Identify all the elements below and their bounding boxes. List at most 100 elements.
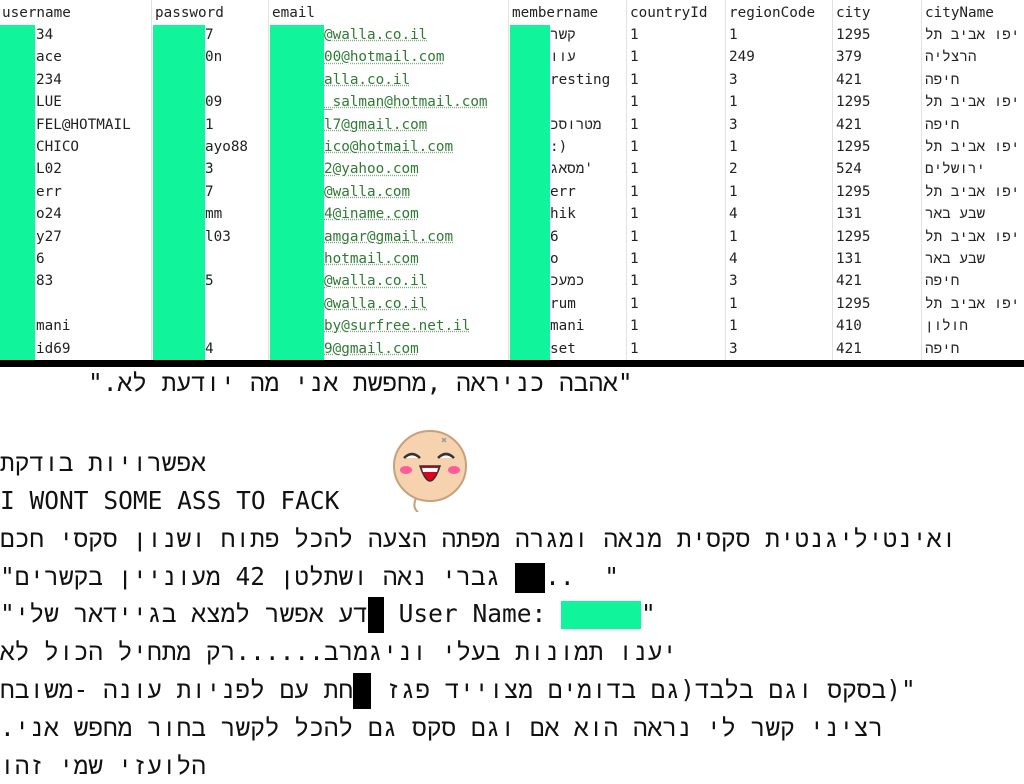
table-cell-regionCode: 4: [729, 251, 738, 267]
table-cell-username: CHICO: [36, 139, 80, 155]
table-cell-regionCode: 1: [729, 27, 738, 43]
column-header-countryId[interactable]: countryId: [630, 3, 707, 23]
table-cell-username: L02: [36, 161, 62, 178]
table-cell-membername: rum: [550, 295, 576, 312]
table-cell-password: 7: [205, 183, 214, 200]
table-cell-city: 1295: [836, 94, 871, 111]
text: משובח- עונה לפניות עם חת: [0, 675, 354, 704]
table-cell-password: 4: [205, 340, 214, 357]
table-cell-email[interactable]: @walla.co.il: [324, 293, 427, 315]
table-cell-city: 421: [836, 273, 862, 290]
profile-text-line: חכם סקסי ושנון פתוח להכל הצעה מפתה ומגרה…: [0, 521, 956, 557]
profile-text-line: "שלי בגיידאר למצא אפשר דע User Name: ": [0, 596, 656, 633]
table-cell-city: 1295: [836, 183, 871, 200]
column-header-membername[interactable]: membername: [512, 3, 598, 23]
table-cell-password: 5: [205, 273, 214, 290]
table-cell-countryId: 1: [630, 94, 639, 111]
table-cell-city: 1295: [836, 295, 871, 312]
text: "שלי בגיידאר למצא אפשר דע: [0, 599, 368, 628]
table-cell-regionCode: 3: [729, 71, 738, 88]
table-cell-password: 09: [205, 94, 223, 111]
table-cell-password: l03: [205, 228, 231, 245]
table-cell-email[interactable]: by@surfree.net.il: [324, 315, 470, 337]
table-cell-password: 0n: [205, 49, 223, 66]
profile-text-line: זהו שמי הלועזי: [0, 748, 206, 784]
table-cell-cityName: חיפה: [925, 340, 960, 357]
column-header-cityName[interactable]: cityName: [925, 3, 994, 23]
table-cell-city: 421: [836, 340, 862, 357]
table-cell-membername: resting: [550, 71, 611, 88]
table-cell-email[interactable]: @walla.com: [324, 181, 410, 203]
column-divider: [151, 0, 152, 360]
table-cell-email[interactable]: 00@hotmail.com: [324, 46, 445, 68]
text: .. ": [545, 562, 619, 591]
table-cell-cityName: ירושלים: [925, 161, 986, 178]
table-cell-email[interactable]: alla.co.il: [324, 69, 410, 91]
profile-text-line: לא הכול מתחיל וניגמרב......רק בעלי תמונו…: [0, 634, 677, 670]
table-cell-membername: mani: [550, 318, 585, 335]
table-cell-cityName: הרצליה: [925, 49, 977, 66]
table-cell-cityName: תל אביב יפו: [925, 183, 1020, 200]
table-cell-countryId: 1: [630, 273, 639, 290]
table-cell-email[interactable]: hotmail.com: [324, 248, 419, 270]
column-header-username[interactable]: username: [2, 3, 71, 23]
table-cell-email[interactable]: @walla.co.il: [324, 270, 427, 292]
table-cell-email[interactable]: 4@iname.com: [324, 203, 419, 225]
table-cell-regionCode: 2: [729, 161, 738, 178]
table-cell-countryId: 1: [630, 139, 639, 155]
table-cell-email[interactable]: 2@yahoo.com: [324, 158, 419, 180]
table-cell-username: o24: [36, 206, 62, 223]
table-cell-username: LUE: [36, 94, 62, 111]
table-cell-membername: 6: [550, 228, 559, 245]
black-redaction: [367, 597, 384, 633]
table-cell-email[interactable]: _salman@hotmail.com: [324, 91, 488, 113]
text: User Name:: [398, 599, 547, 628]
table-cell-email[interactable]: ico@hotmail.com: [324, 136, 453, 158]
table-cell-email[interactable]: l7@gmail.com: [324, 114, 427, 136]
column-divider: [508, 0, 509, 360]
table-cell-regionCode: 4: [729, 206, 738, 223]
green-redaction: [153, 25, 205, 360]
table-cell-password: 1: [205, 116, 214, 133]
table-cell-countryId: 1: [630, 295, 639, 312]
table-cell-password: 7: [205, 27, 214, 43]
table-cell-city: 1295: [836, 27, 871, 43]
table-cell-regionCode: 1: [729, 228, 738, 245]
table-cell-username: 6: [36, 251, 45, 267]
profile-text-line: "בקשרים מעוניין 42 ושתלטן נאה גברי .. ": [0, 559, 619, 595]
table-cell-regionCode: 1: [729, 94, 738, 111]
profile-text-line: משובח- עונה לפניות עם חת פגז מצוייד בדומ…: [0, 672, 916, 709]
column-header-email[interactable]: email: [272, 3, 315, 23]
text: ".לא יודעת מה אני מחפשת, כניראה אהבה": [88, 368, 633, 397]
table-cell-membername: :): [550, 139, 568, 155]
table-cell-countryId: 1: [630, 161, 639, 178]
column-divider: [725, 0, 726, 360]
table-cell-countryId: 1: [630, 116, 639, 133]
table-cell-username: err: [36, 183, 62, 200]
table-cell-membername: err: [550, 183, 576, 200]
column-header-city[interactable]: city: [836, 3, 870, 23]
table-cell-cityName: באר שבע: [925, 251, 986, 267]
table-cell-username: id69: [36, 340, 71, 357]
table-cell-membername: קשר: [550, 27, 576, 43]
table-cell-regionCode: 249: [729, 49, 755, 66]
text: פגז מצוייד בדומים בלבד(גם וגם בסקס)": [385, 675, 916, 704]
column-divider: [832, 0, 833, 360]
column-divider: [626, 0, 627, 360]
column-header-regionCode[interactable]: regionCode: [729, 3, 815, 23]
laughing-face-sticker-icon: [393, 430, 467, 512]
green-redaction: [560, 601, 641, 629]
table-cell-regionCode: 1: [729, 318, 738, 335]
table-cell-email[interactable]: 9@gmail.com: [324, 338, 419, 360]
table-cell-cityName: חיפה: [925, 71, 960, 88]
column-header-password[interactable]: password: [155, 3, 224, 23]
table-cell-password: 3: [205, 161, 214, 178]
table-cell-username: 234: [36, 71, 62, 88]
table-cell-city: 1295: [836, 139, 871, 155]
text: בודקת אפשרויות: [0, 448, 206, 477]
table-cell-cityName: תל אביב יפו: [925, 94, 1020, 111]
table-cell-city: 131: [836, 251, 862, 267]
table-cell-email[interactable]: amgar@gmail.com: [324, 226, 453, 248]
table-cell-city: 379: [836, 49, 862, 66]
table-cell-email[interactable]: @walla.co.il: [324, 24, 427, 46]
